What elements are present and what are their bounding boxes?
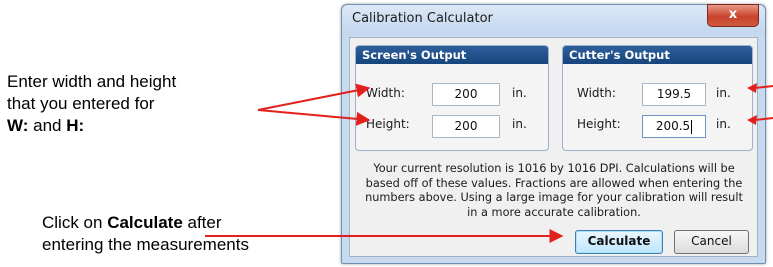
- cutter-width-label: Width:: [577, 86, 616, 100]
- cutters-output-group: Cutter's Output Width: 199.5 in. Height:…: [562, 45, 753, 151]
- cutter-height-value: 200.5: [655, 119, 691, 133]
- h-label-ref: H:: [66, 116, 85, 135]
- close-icon: x: [728, 7, 738, 22]
- instruction-line: Click on Calculate after: [42, 212, 342, 234]
- instruction-line: that you entered for: [7, 94, 155, 113]
- cutter-width-unit: in.: [716, 86, 731, 100]
- calibration-dialog: Calibration Calculator x Screen's Output…: [341, 4, 766, 264]
- screen-height-unit: in.: [512, 117, 527, 131]
- calculate-ref: Calculate: [107, 213, 183, 232]
- screens-output-group: Screen's Output Width: 200 in. Height: 2…: [355, 45, 549, 151]
- screen-width-input[interactable]: 200: [432, 83, 500, 106]
- resolution-info-text: Your current resolution is 1016 by 1016 …: [365, 162, 743, 219]
- click-prefix: Click on: [42, 213, 108, 232]
- text-caret: [691, 119, 693, 134]
- screen-height-label: Height:: [366, 117, 410, 131]
- click-suffix: after: [182, 213, 222, 232]
- title-bar: Calibration Calculator x: [342, 4, 765, 35]
- close-button[interactable]: x: [707, 4, 759, 27]
- cutter-height-unit: in.: [716, 117, 731, 131]
- screen-height-input[interactable]: 200: [432, 115, 500, 138]
- dialog-body: Screen's Output Width: 200 in. Height: 2…: [349, 37, 758, 257]
- instruction-enter-dimensions: Enter width and height that you entered …: [7, 71, 257, 137]
- instruction-line: entering the measurements: [42, 235, 249, 254]
- calculate-button[interactable]: Calculate: [575, 230, 663, 254]
- and-text: and: [28, 116, 67, 135]
- w-label-ref: W:: [7, 116, 29, 135]
- cutter-height-input[interactable]: 200.5: [642, 115, 706, 138]
- instruction-line: W: and H:: [7, 115, 257, 137]
- cutter-width-input[interactable]: 199.5: [642, 83, 706, 106]
- instruction-click-calculate: Click on Calculate after entering the me…: [42, 212, 342, 256]
- group-header: Cutter's Output: [563, 46, 752, 64]
- cancel-button[interactable]: Cancel: [674, 230, 749, 254]
- screen-width-unit: in.: [512, 86, 527, 100]
- screen-width-label: Width:: [366, 86, 405, 100]
- dialog-title: Calibration Calculator: [352, 11, 493, 26]
- instruction-line: Enter width and height: [7, 72, 177, 91]
- group-header: Screen's Output: [356, 46, 548, 64]
- cutter-height-label: Height:: [577, 117, 621, 131]
